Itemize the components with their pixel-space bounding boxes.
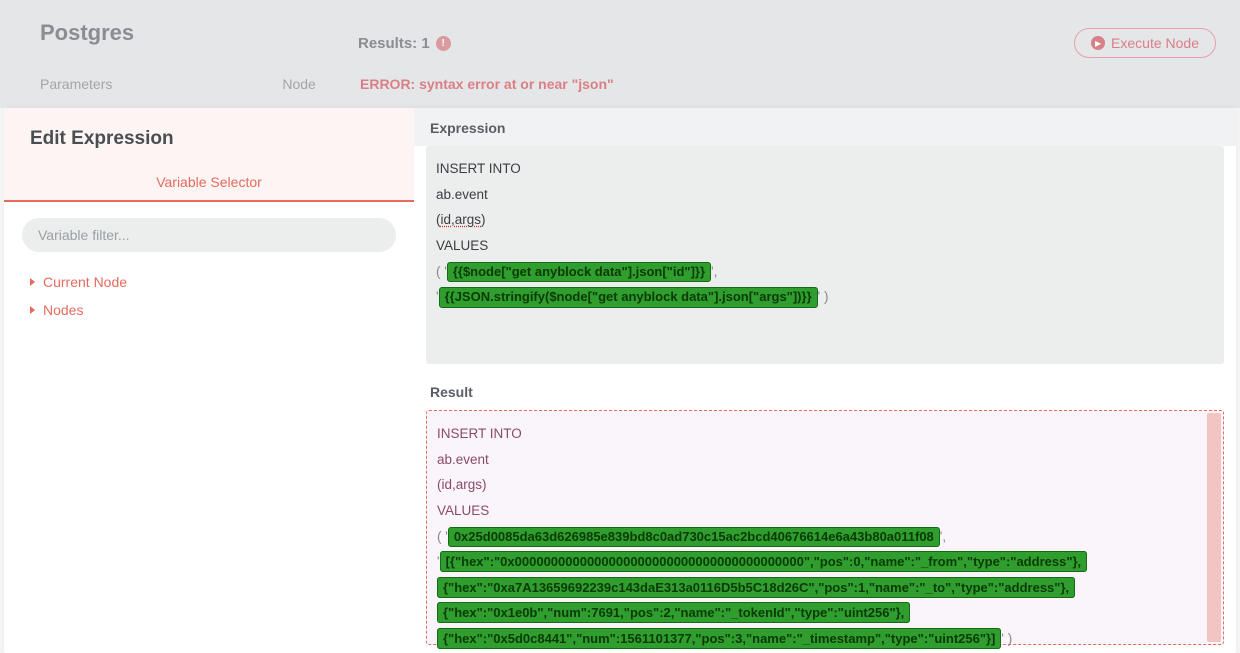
results-count: Results: 1 ! <box>358 35 451 52</box>
node-title: Postgres <box>40 20 316 46</box>
edit-expression-modal: Edit Expression Variable Selector Curren… <box>4 108 1236 653</box>
result-token: 0x25d0085da63d626985e839bd8c0ad730c15ac2… <box>448 527 940 548</box>
result-line: ( '0x25d0085da63d626985e839bd8c0ad730c15… <box>437 524 1213 550</box>
error-message: ERROR: syntax error at or near "json" <box>360 76 614 92</box>
expression-token[interactable]: {{JSON.stringify($node["get anyblock dat… <box>439 287 818 308</box>
result-line: INSERT INTO <box>437 421 1213 447</box>
result-line: ab.event <box>437 447 1213 473</box>
expr-line: INSERT INTO <box>436 156 1214 182</box>
expression-editor[interactable]: INSERT INTO ab.event (id,args) VALUES ( … <box>426 146 1224 364</box>
expr-line: ( '{{$node["get anyblock data"].json["id… <box>436 259 1214 285</box>
modal-title: Edit Expression <box>4 108 414 166</box>
result-line: VALUES <box>437 498 1213 524</box>
expr-line: VALUES <box>436 233 1214 259</box>
background-dimmed: Postgres Parameters Node Results: 1 ! ▶ … <box>0 0 1240 108</box>
execute-node-button[interactable]: ▶ Execute Node <box>1074 28 1216 58</box>
chevron-right-icon <box>30 306 35 314</box>
expr-line: '{{JSON.stringify($node["get anyblock da… <box>436 284 1214 310</box>
tree-current-node[interactable]: Current Node <box>30 268 388 296</box>
expression-title: Expression <box>414 108 1236 146</box>
left-pane: Edit Expression Variable Selector Curren… <box>4 108 414 653</box>
result-line: '[{"hex":"0x0000000000000000000000000000… <box>437 549 1213 652</box>
right-pane: Expression INSERT INTO ab.event (id,args… <box>414 108 1236 653</box>
result-title: Result <box>414 364 1236 410</box>
expr-line: ab.event <box>436 182 1214 208</box>
expr-line: (id,args) <box>436 207 1214 233</box>
result-line: (id,args) <box>437 472 1213 498</box>
chevron-right-icon <box>30 278 35 286</box>
expression-token[interactable]: {{$node["get anyblock data"].json["id"]}… <box>447 262 711 283</box>
tab-parameters[interactable]: Parameters <box>40 76 112 92</box>
tab-node[interactable]: Node <box>282 76 315 92</box>
variable-filter-input[interactable] <box>22 218 396 252</box>
result-token: [{"hex":"0x00000000000000000000000000000… <box>437 551 1087 649</box>
info-icon[interactable]: ! <box>436 36 451 51</box>
result-box[interactable]: INSERT INTO ab.event (id,args) VALUES ( … <box>426 410 1224 645</box>
play-icon: ▶ <box>1091 36 1105 50</box>
variable-selector-tab[interactable]: Variable Selector <box>4 166 414 202</box>
result-scrollbar[interactable] <box>1207 413 1221 642</box>
tree-nodes[interactable]: Nodes <box>30 296 388 324</box>
